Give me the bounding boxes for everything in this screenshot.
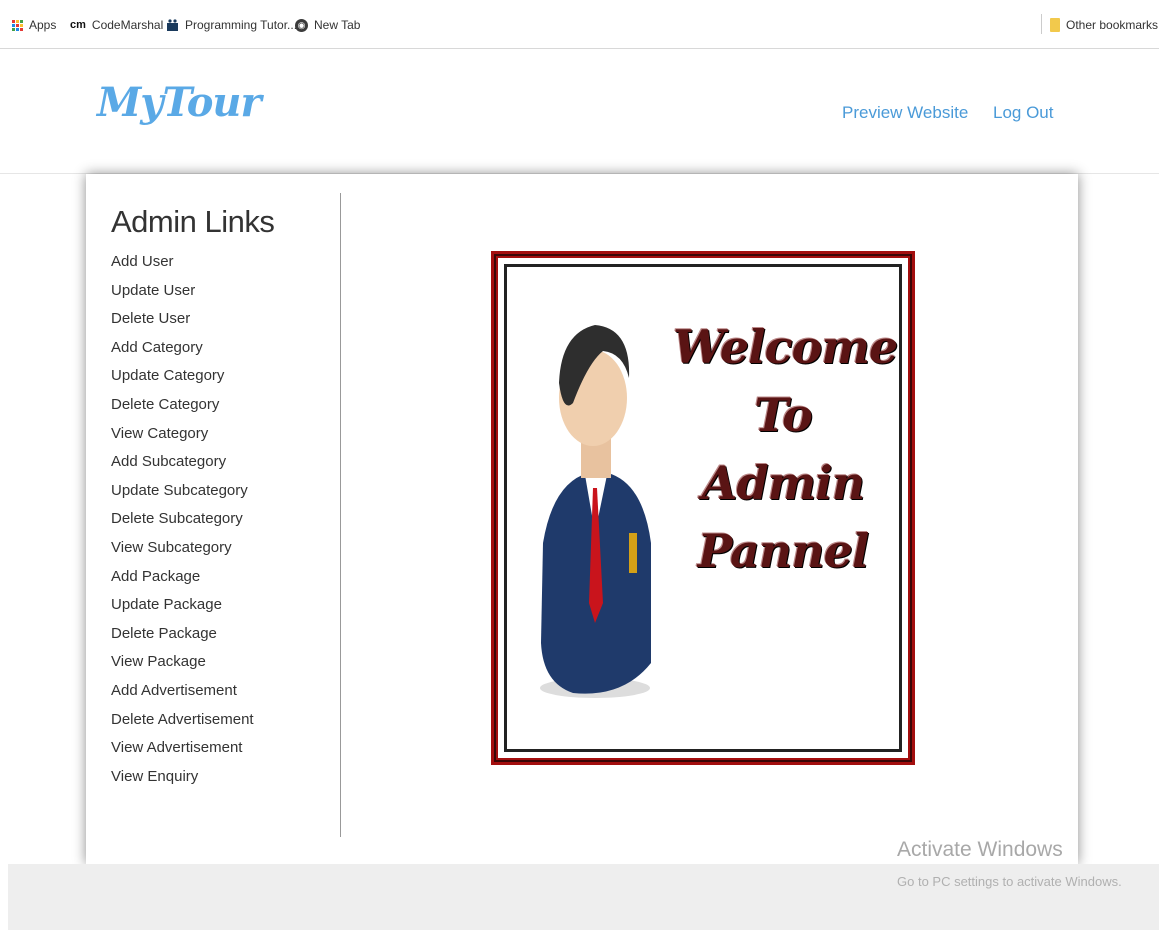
bookmark-label: Programming Tutor... bbox=[185, 18, 298, 32]
folder-icon bbox=[1050, 18, 1060, 32]
link-update-category[interactable]: Update Category bbox=[111, 367, 224, 384]
admin-figure-icon bbox=[540, 325, 651, 698]
link-view-advertisement[interactable]: View Advertisement bbox=[111, 739, 242, 756]
welcome-banner-image: Welcome To Admin Pannel bbox=[491, 251, 915, 765]
sidebar-divider bbox=[340, 193, 341, 837]
sidebar-title: Admin Links bbox=[111, 204, 275, 239]
welcome-line: Pannel bbox=[697, 524, 870, 578]
site-logo[interactable]: MyTour bbox=[97, 79, 262, 126]
link-delete-category[interactable]: Delete Category bbox=[111, 396, 219, 413]
cm-icon: cm bbox=[70, 19, 86, 31]
link-delete-user[interactable]: Delete User bbox=[111, 310, 190, 327]
link-add-user[interactable]: Add User bbox=[111, 253, 174, 270]
bookmark-other[interactable]: Other bookmarks bbox=[1050, 17, 1158, 33]
welcome-line: Welcome bbox=[673, 320, 898, 374]
site-header: MyTour Preview Website Log Out bbox=[0, 49, 1159, 174]
admin-sidebar: Admin Links Add User Update User Delete … bbox=[111, 204, 341, 791]
link-add-category[interactable]: Add Category bbox=[111, 339, 203, 356]
link-add-package[interactable]: Add Package bbox=[111, 568, 200, 585]
link-update-package[interactable]: Update Package bbox=[111, 596, 222, 613]
activate-windows-subtitle: Go to PC settings to activate Windows. bbox=[897, 874, 1122, 889]
bookmark-label: New Tab bbox=[314, 18, 361, 32]
welcome-line: Admin bbox=[701, 456, 865, 510]
link-update-user[interactable]: Update User bbox=[111, 282, 195, 299]
welcome-line: To bbox=[754, 388, 813, 442]
bookmark-programming-tutorial[interactable]: Programming Tutor... bbox=[166, 17, 297, 33]
link-view-category[interactable]: View Category bbox=[111, 425, 208, 442]
preview-website-link[interactable]: Preview Website bbox=[842, 103, 968, 123]
bookmark-codemarshal[interactable]: cm CodeMarshal bbox=[70, 17, 163, 33]
globe-icon: ◉ bbox=[295, 18, 308, 32]
link-update-subcategory[interactable]: Update Subcategory bbox=[111, 482, 248, 499]
link-delete-subcategory[interactable]: Delete Subcategory bbox=[111, 510, 243, 527]
bookmark-new-tab[interactable]: ◉ New Tab bbox=[295, 17, 360, 33]
bookmarks-divider bbox=[1041, 14, 1042, 34]
link-delete-advertisement[interactable]: Delete Advertisement bbox=[111, 711, 254, 728]
link-add-subcategory[interactable]: Add Subcategory bbox=[111, 453, 226, 470]
programming-tutorial-icon bbox=[167, 18, 178, 31]
logout-link[interactable]: Log Out bbox=[993, 103, 1054, 123]
link-view-subcategory[interactable]: View Subcategory bbox=[111, 539, 232, 556]
activate-windows-title: Activate Windows bbox=[897, 838, 1063, 861]
link-add-advertisement[interactable]: Add Advertisement bbox=[111, 682, 237, 699]
bookmark-label: CodeMarshal bbox=[91, 18, 164, 32]
admin-links-list: Add User Update User Delete User Add Cat… bbox=[111, 248, 341, 791]
bookmark-label: Other bookmarks bbox=[1066, 18, 1159, 32]
link-view-enquiry[interactable]: View Enquiry bbox=[111, 768, 198, 785]
welcome-text: Welcome To Admin Pannel bbox=[673, 313, 898, 585]
link-delete-package[interactable]: Delete Package bbox=[111, 625, 217, 642]
bookmarks-bar: Apps cm CodeMarshal Programming Tutor...… bbox=[0, 0, 1159, 49]
admin-panel: Admin Links Add User Update User Delete … bbox=[86, 174, 1078, 864]
bookmark-label: Apps bbox=[29, 18, 57, 32]
apps-grid-icon bbox=[12, 19, 23, 31]
link-view-package[interactable]: View Package bbox=[111, 653, 206, 670]
bookmark-apps[interactable]: Apps bbox=[12, 17, 56, 33]
